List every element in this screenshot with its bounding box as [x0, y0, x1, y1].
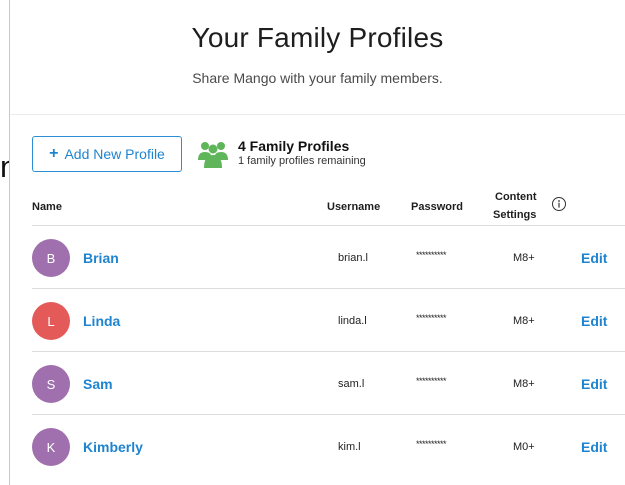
table-row: B Brian brian.l ********** M8+ Edit [32, 225, 625, 288]
column-header-name: Name [32, 201, 62, 213]
username-value: brian.l [338, 252, 368, 264]
edit-link[interactable]: Edit [581, 376, 607, 392]
add-new-profile-label: Add New Profile [64, 146, 165, 162]
edit-link[interactable]: Edit [581, 313, 607, 329]
family-remaining: 1 family profiles remaining [238, 155, 366, 167]
content-settings-value: M0+ [513, 441, 535, 453]
column-header-content-line2: Settings [493, 209, 537, 221]
column-header-content-line1: Content [495, 191, 537, 203]
avatar: K [32, 428, 70, 466]
content-settings-value: M8+ [513, 252, 535, 264]
username-value: sam.l [338, 378, 365, 390]
username-value: linda.l [338, 315, 367, 327]
profile-name-link[interactable]: Linda [83, 313, 120, 329]
plus-icon: + [49, 145, 59, 162]
content-settings-value: M8+ [513, 315, 535, 327]
content-settings-value: M8+ [513, 378, 535, 390]
avatar: L [32, 302, 70, 340]
profile-name-link[interactable]: Kimberly [83, 439, 143, 455]
edit-link[interactable]: Edit [581, 439, 607, 455]
add-new-profile-button[interactable]: + Add New Profile [32, 136, 182, 172]
page-subtitle: Share Mango with your family members. [192, 70, 443, 86]
profile-name-link[interactable]: Sam [83, 376, 113, 392]
family-summary: 4 Family Profiles 1 family profiles rema… [198, 138, 366, 168]
family-group-icon [198, 142, 228, 168]
username-value: kim.l [338, 441, 361, 453]
column-header-username: Username [327, 201, 381, 213]
info-icon[interactable] [551, 196, 567, 212]
family-profiles-modal: Your Family Profiles Share Mango with yo… [10, 0, 625, 485]
password-value: ********** [416, 376, 447, 386]
column-header-password: Password [411, 201, 463, 213]
table-row: S Sam sam.l ********** M8+ Edit [32, 351, 625, 414]
password-value: ********** [416, 439, 447, 449]
profile-name-link[interactable]: Brian [83, 250, 119, 266]
password-value: ********** [416, 250, 447, 260]
password-value: ********** [416, 313, 447, 323]
table-row: L Linda linda.l ********** M8+ Edit [32, 288, 625, 351]
table-row: K Kimberly kim.l ********** M0+ Edit [32, 414, 625, 477]
edit-link[interactable]: Edit [581, 250, 607, 266]
family-count: 4 Family Profiles [238, 138, 350, 154]
header-divider [10, 114, 625, 115]
avatar: B [32, 239, 70, 277]
page-title: Your Family Profiles [191, 22, 444, 53]
avatar: S [32, 365, 70, 403]
